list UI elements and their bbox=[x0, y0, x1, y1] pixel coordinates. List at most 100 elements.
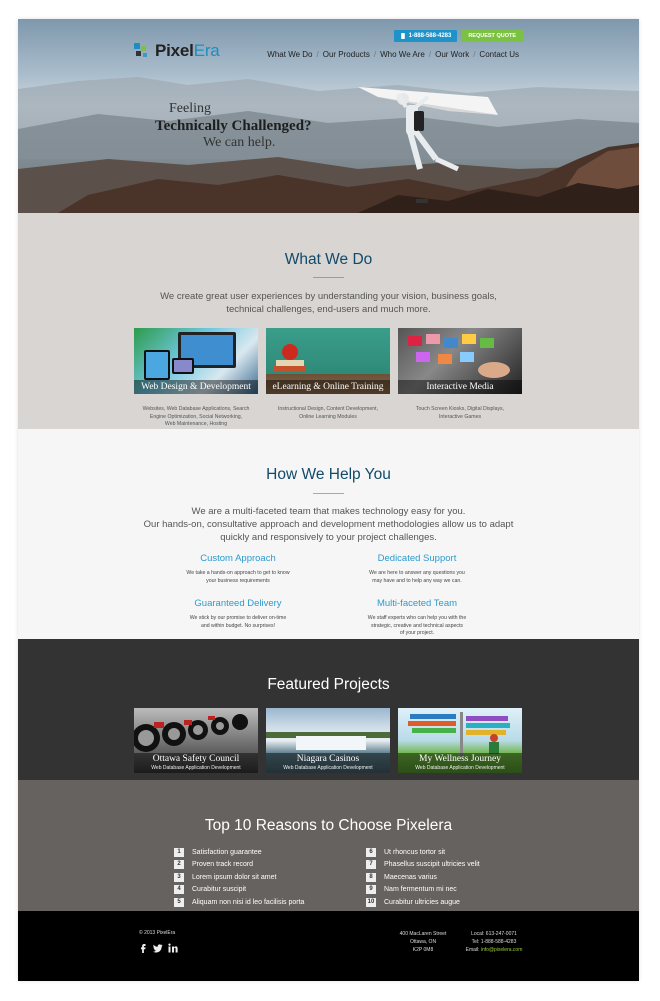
footer-address: 400 MacLaren Street Ottawa, ON K2P 0M8 bbox=[390, 930, 456, 954]
reason-item: 6 Ut rhoncus tortor sit bbox=[366, 846, 480, 859]
twitter-icon[interactable] bbox=[153, 940, 163, 953]
social-links bbox=[138, 940, 178, 953]
how-we-help-lead-3: quickly and responsively to your project… bbox=[220, 532, 437, 543]
desc-line: Touch Screen Kiosks, Digital Displays, bbox=[415, 406, 505, 412]
local-phone: Local: 613-247-0071 bbox=[471, 931, 517, 937]
nav-our-work[interactable]: Our Work bbox=[431, 50, 473, 59]
phone-icon bbox=[400, 33, 405, 39]
tile-interactive-media-desc: Touch Screen Kiosks, Digital Displays, I… bbox=[398, 406, 522, 421]
project-niagara-title: Niagara Casinos bbox=[296, 754, 360, 764]
tel-phone: Tel: 1-888-588-4283 bbox=[471, 939, 517, 945]
hero-mountain-illustration bbox=[18, 77, 639, 213]
dedicated-support-text: We are here to answer any questions you … bbox=[332, 570, 502, 585]
desc-line: Websites, Web Database Applications, Sea… bbox=[142, 406, 250, 412]
reason-number: 6 bbox=[366, 847, 376, 857]
site-footer: © 2013 PixelEra 400 MacLaren Street Otta… bbox=[18, 911, 639, 981]
tile-interactive-media[interactable]: Interactive Media bbox=[398, 328, 522, 394]
facebook-icon[interactable] bbox=[138, 940, 148, 953]
title-divider bbox=[313, 277, 344, 278]
address-line: Ottawa, ON bbox=[409, 939, 437, 945]
guaranteed-delivery-text: We stick by our promise to deliver on-ti… bbox=[153, 615, 323, 630]
help-line: We staff experts who can help you with t… bbox=[367, 615, 467, 621]
reason-item: 10 Curabitur ultricies augue bbox=[366, 896, 480, 909]
reasons-list-left: 1 Satisfaction guarantee 2 Proven track re… bbox=[174, 846, 304, 909]
reason-number: 3 bbox=[174, 872, 184, 882]
reason-text: Phasellus suscipit ultricies velit bbox=[384, 861, 480, 869]
reasons-list-right: 6 Ut rhoncus tortor sit 7 Phasellus suscip… bbox=[366, 846, 480, 909]
request-quote-button[interactable]: REQUEST QUOTE bbox=[461, 30, 523, 42]
project-ottawa-safety-council[interactable]: Ottawa Safety Council Web Database Appli… bbox=[134, 708, 258, 773]
phone-button[interactable]: 1-888-588-4283 bbox=[393, 30, 458, 42]
multi-faceted-team-title: Multi-faceted Team bbox=[376, 598, 458, 609]
reason-text: Curabitur suscipit bbox=[192, 886, 247, 894]
project-niagara-subtitle: Web Database Application Development bbox=[283, 765, 373, 771]
multi-faceted-team-text: We staff experts who can help you with t… bbox=[332, 615, 502, 638]
reason-number: 2 bbox=[174, 860, 184, 870]
custom-approach-title: Custom Approach bbox=[200, 553, 276, 564]
how-we-help-lead-1: We are a multi-faceted team that makes t… bbox=[191, 506, 466, 517]
logo-pixel: Pixel bbox=[155, 41, 194, 60]
desc-line: Online Learning Modules bbox=[299, 413, 357, 420]
tile-interactive-media-caption: Interactive Media bbox=[398, 380, 522, 394]
tile-web-design-desc: Websites, Web Database Applications, Sea… bbox=[134, 406, 258, 429]
title-divider bbox=[313, 493, 344, 494]
reason-item: 7 Phasellus suscipit ultricies velit bbox=[366, 859, 480, 872]
logo-mark-icon bbox=[133, 42, 151, 60]
copyright: © 2013 PixelEra bbox=[139, 930, 176, 936]
how-we-help-lead-2: Our hands-on, consultative approach and … bbox=[143, 519, 514, 530]
reason-text: Nam fermentum mi nec bbox=[384, 886, 457, 894]
email-label: Email: bbox=[465, 947, 481, 953]
nav-contact-us[interactable]: Contact Us bbox=[475, 50, 523, 59]
reason-text: Curabitur ultricies augue bbox=[384, 898, 460, 906]
project-niagara-casinos[interactable]: Niagara Casinos Web Database Application… bbox=[266, 708, 390, 773]
tile-web-design[interactable]: Web Design & Development bbox=[134, 328, 258, 394]
reason-text: Aliquam non nisi id leo facilisis porta bbox=[192, 898, 305, 906]
project-my-wellness-journey[interactable]: My Wellness Journey Web Database Applica… bbox=[398, 708, 522, 773]
project-wellness-title: My Wellness Journey bbox=[419, 754, 501, 764]
what-we-do-lead-1: We create great user experiences by unde… bbox=[160, 291, 497, 302]
reason-number: 5 bbox=[174, 897, 184, 907]
help-line: your business requirements bbox=[206, 577, 270, 584]
help-line: and within budget. No surprises! bbox=[200, 622, 276, 629]
reason-text: Lorem ipsum dolor sit amet bbox=[192, 873, 277, 881]
reason-text: Satisfaction guarantee bbox=[192, 848, 262, 856]
help-line: We stick by our promise to deliver on-ti… bbox=[189, 615, 287, 621]
help-line: of your project. bbox=[399, 630, 435, 636]
pixelera-logo[interactable]: PixelEra bbox=[133, 41, 220, 61]
reason-number: 10 bbox=[366, 897, 376, 907]
page: PixelEra 1-888-588-4283 REQUEST QUOTE Wh… bbox=[18, 19, 639, 981]
reason-number: 4 bbox=[174, 885, 184, 895]
desc-line: Instructional Design, Content Developmen… bbox=[277, 406, 379, 412]
top-reasons-section: Top 10 Reasons to Choose Pixelera 1 Satis… bbox=[18, 780, 639, 911]
reason-item: 9 Nam fermentum mi nec bbox=[366, 884, 480, 897]
project-wellness-subtitle: Web Database Application Development bbox=[415, 765, 505, 771]
nav-who-we-are[interactable]: Who We Are bbox=[376, 50, 429, 59]
reason-number: 9 bbox=[366, 885, 376, 895]
what-we-do-lead-2: technical challenges, end-users and much… bbox=[226, 304, 431, 315]
custom-approach-text: We take a hands-on approach to get to kn… bbox=[153, 570, 323, 585]
tile-elearning-desc: Instructional Design, Content Developmen… bbox=[266, 406, 390, 421]
nav-what-we-do[interactable]: What We Do bbox=[263, 50, 316, 59]
reason-number: 1 bbox=[174, 847, 184, 857]
reason-number: 7 bbox=[366, 860, 376, 870]
guaranteed-delivery-title: Guaranteed Delivery bbox=[194, 598, 282, 609]
tile-elearning[interactable]: eLearning & Online Training bbox=[266, 328, 390, 394]
reason-item: 1 Satisfaction guarantee bbox=[174, 846, 304, 859]
reason-item: 2 Proven track record bbox=[174, 859, 304, 872]
project-ottawa-title: Ottawa Safety Council bbox=[152, 754, 240, 764]
desc-line: Interactive Games bbox=[438, 413, 482, 420]
what-we-do-title: What We Do bbox=[284, 251, 373, 268]
help-line: We take a hands-on approach to get to kn… bbox=[186, 570, 290, 576]
address-line: K2P 0M8 bbox=[412, 947, 434, 953]
logo-era: Era bbox=[193, 41, 220, 60]
reason-item: 5 Aliquam non nisi id leo facilisis porta bbox=[174, 896, 304, 909]
reason-item: 3 Lorem ipsum dolor sit amet bbox=[174, 871, 304, 884]
project-niagara-caption: Niagara Casinos Web Database Application… bbox=[266, 753, 390, 773]
nav-our-products[interactable]: Our Products bbox=[319, 50, 374, 59]
hero-tagline-2: Technically Challenged? bbox=[155, 118, 312, 134]
what-we-do-section: What We Do We create great user experien… bbox=[18, 213, 639, 429]
linkedin-icon[interactable] bbox=[168, 940, 178, 953]
header-actions: 1-888-588-4283 REQUEST QUOTE bbox=[393, 30, 523, 42]
reason-text: Ut rhoncus tortor sit bbox=[384, 848, 446, 856]
email-link[interactable]: info@pixelera.com bbox=[481, 947, 522, 953]
